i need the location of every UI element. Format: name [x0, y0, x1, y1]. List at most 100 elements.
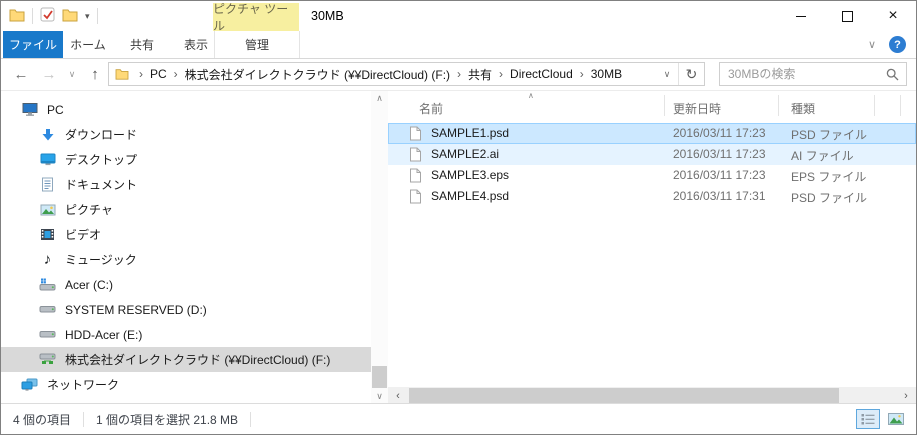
- column-header-name[interactable]: 名前: [419, 100, 443, 117]
- scroll-up-icon[interactable]: ∧: [371, 91, 388, 106]
- address-dropdown-chevron-icon[interactable]: ∨: [656, 63, 678, 85]
- quick-access-toolbar: ▾: [9, 1, 98, 31]
- tab-home[interactable]: ホーム: [65, 31, 111, 58]
- file-row-sample2[interactable]: SAMPLE2.ai 2016/03/11 17:23 AI ファイル: [388, 144, 916, 165]
- window-title: 30MB: [311, 1, 344, 31]
- breadcrumb-item-pc[interactable]: PC: [147, 67, 170, 81]
- file-row-sample4[interactable]: SAMPLE4.psd 2016/03/11 17:31 PSD ファイル: [388, 186, 916, 207]
- sidebar-item-downloads[interactable]: ダウンロード: [1, 122, 371, 147]
- scroll-right-icon[interactable]: ›: [898, 387, 914, 404]
- minimize-icon: [796, 16, 806, 17]
- file-icon: [409, 147, 422, 165]
- file-list: ∧ 名前 更新日時 種類 SAMPLE1.psd 2016/03/11 17:2…: [388, 91, 916, 404]
- search-input[interactable]: [720, 67, 886, 81]
- pc-icon: [21, 102, 38, 118]
- column-divider[interactable]: [874, 95, 875, 116]
- tab-share[interactable]: 共有: [119, 31, 165, 58]
- file-row-sample3[interactable]: SAMPLE3.eps 2016/03/11 17:23 EPS ファイル: [388, 165, 916, 186]
- network-icon: [21, 377, 38, 393]
- minimize-button[interactable]: [778, 1, 824, 31]
- file-icon: [409, 189, 422, 207]
- tab-view[interactable]: 表示: [173, 31, 219, 58]
- status-bar: 4 個の項目 1 個の項目を選択 21.8 MB: [1, 403, 916, 434]
- system-drive-icon: [39, 277, 56, 293]
- maximize-button[interactable]: [824, 1, 870, 31]
- sidebar-item-drive-f-directcloud[interactable]: 株式会社ダイレクトクラウド (¥¥DirectCloud) (F:): [1, 347, 371, 372]
- breadcrumb-separator[interactable]: ›: [495, 67, 507, 81]
- column-divider[interactable]: [900, 95, 901, 116]
- sidebar-scrollbar[interactable]: ∧ ∨: [371, 91, 388, 404]
- sort-ascending-icon: ∧: [528, 91, 534, 100]
- breadcrumb-item-drive-f[interactable]: 株式会社ダイレクトクラウド (¥¥DirectCloud) (F:): [182, 66, 453, 83]
- forward-button[interactable]: →: [37, 59, 61, 90]
- view-switcher: [856, 409, 908, 429]
- close-icon: ×: [888, 7, 897, 25]
- breadcrumb-item-share[interactable]: 共有: [465, 66, 495, 83]
- recent-locations-chevron-icon[interactable]: ∨: [63, 59, 81, 90]
- thumbnail-view-button[interactable]: [884, 409, 908, 429]
- column-headers: ∧ 名前 更新日時 種類: [388, 91, 916, 122]
- explorer-folder-icon: [9, 8, 25, 25]
- explorer-window: ▾ ピクチャ ツール 30MB × ファイル ホーム 共有 表示 管理 ∨ ? …: [0, 0, 917, 435]
- sidebar-scrollbar-thumb[interactable]: [372, 366, 387, 388]
- sidebar-item-videos[interactable]: ビデオ: [1, 222, 371, 247]
- breadcrumb-separator: ›: [135, 67, 147, 81]
- breadcrumb-item-30mb[interactable]: 30MB: [588, 67, 625, 81]
- address-folder-icon: [115, 68, 129, 80]
- thumbnail-view-icon: [888, 413, 904, 425]
- sidebar-item-desktop[interactable]: デスクトップ: [1, 147, 371, 172]
- column-divider[interactable]: [778, 95, 779, 116]
- breadcrumb-separator[interactable]: ›: [170, 67, 182, 81]
- breadcrumb-separator[interactable]: ›: [453, 67, 465, 81]
- sidebar-item-drive-e[interactable]: HDD-Acer (E:): [1, 322, 371, 347]
- refresh-button[interactable]: ↻: [678, 63, 704, 85]
- address-bar: ← → ∨ ↑ › PC › 株式会社ダイレクトクラウド (¥¥DirectCl…: [1, 59, 916, 91]
- sidebar-item-documents[interactable]: ドキュメント: [1, 172, 371, 197]
- qat-folder-icon[interactable]: [62, 8, 78, 25]
- collapse-ribbon-icon[interactable]: ∨: [868, 38, 876, 51]
- desktop-icon: [39, 152, 56, 168]
- download-icon: [39, 127, 56, 143]
- sidebar-item-drive-c[interactable]: Acer (C:): [1, 272, 371, 297]
- column-header-type[interactable]: 種類: [791, 100, 815, 117]
- horizontal-scrollbar[interactable]: ‹ ›: [388, 387, 916, 404]
- titlebar: ▾ ピクチャ ツール 30MB ×: [1, 1, 916, 31]
- navigation-pane: PC ダウンロード デスクトップ: [1, 91, 371, 404]
- contextual-tab-group-label: ピクチャ ツール: [213, 3, 299, 31]
- drive-icon: [39, 327, 56, 343]
- pictures-icon: [39, 202, 56, 218]
- ribbon-tabs: ファイル ホーム 共有 表示 管理 ∨ ?: [1, 31, 916, 59]
- sidebar-item-drive-d[interactable]: SYSTEM RESERVED (D:): [1, 297, 371, 322]
- column-divider[interactable]: [664, 95, 665, 116]
- qat-customize-chevron-icon[interactable]: ▾: [85, 11, 90, 22]
- breadcrumb-separator[interactable]: ›: [576, 67, 588, 81]
- details-view-button[interactable]: [856, 409, 880, 429]
- scroll-down-icon[interactable]: ∨: [371, 389, 388, 404]
- qat-separator: [97, 8, 98, 24]
- search-icon[interactable]: [886, 68, 899, 81]
- items-count: 4 個の項目: [1, 411, 83, 428]
- breadcrumb-item-directcloud[interactable]: DirectCloud: [507, 67, 576, 81]
- document-icon: [39, 177, 56, 193]
- back-button[interactable]: ←: [7, 59, 35, 90]
- search-box: [719, 62, 907, 86]
- main-area: PC ダウンロード デスクトップ: [1, 91, 916, 404]
- qat-separator: [32, 8, 33, 24]
- drive-icon: [39, 302, 56, 318]
- help-button[interactable]: ?: [889, 36, 906, 53]
- scroll-left-icon[interactable]: ‹: [390, 387, 406, 404]
- sidebar-item-network[interactable]: ネットワーク: [1, 372, 371, 397]
- address-box[interactable]: › PC › 株式会社ダイレクトクラウド (¥¥DirectCloud) (F:…: [108, 62, 705, 86]
- close-button[interactable]: ×: [870, 1, 916, 31]
- tab-file[interactable]: ファイル: [3, 31, 63, 58]
- tab-manage[interactable]: 管理: [214, 31, 300, 58]
- up-button[interactable]: ↑: [83, 59, 107, 90]
- sidebar-item-pictures[interactable]: ピクチャ: [1, 197, 371, 222]
- column-header-modified[interactable]: 更新日時: [673, 100, 721, 117]
- status-separator: [250, 412, 251, 427]
- sidebar-item-music[interactable]: ♪ ミュージック: [1, 247, 371, 272]
- horizontal-scrollbar-thumb[interactable]: [409, 388, 839, 403]
- sidebar-item-pc[interactable]: PC: [1, 97, 371, 122]
- file-row-sample1[interactable]: SAMPLE1.psd 2016/03/11 17:23 PSD ファイル: [388, 123, 916, 144]
- qat-check-icon[interactable]: [40, 7, 55, 25]
